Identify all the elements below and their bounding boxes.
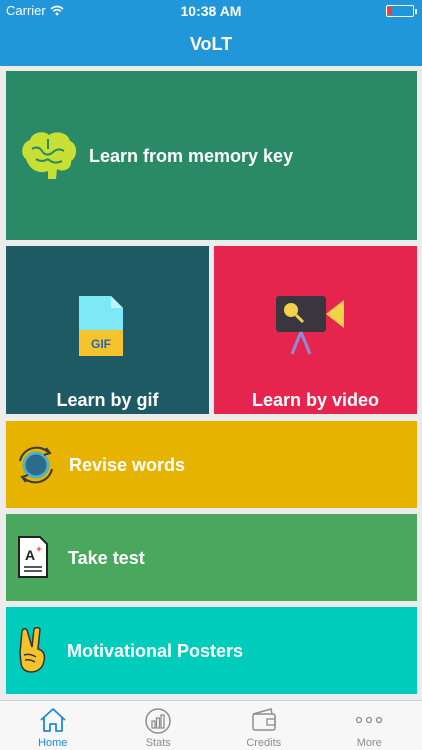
tab-credits-label: Credits	[246, 737, 282, 749]
learn-by-video-label: Learn by video	[251, 390, 380, 410]
learn-by-gif-label: Learn by gif	[56, 390, 159, 410]
tab-more[interactable]: More	[317, 701, 422, 750]
learn-by-video-tile[interactable]: Learn by video	[214, 246, 417, 414]
video-camera-icon	[276, 296, 344, 355]
take-test-tile[interactable]: A + Take test	[6, 514, 417, 601]
status-bar: Carrier 10:38 AM	[0, 0, 422, 22]
learn-memory-key-tile[interactable]: Learn from memory key	[6, 71, 417, 240]
motivational-posters-label: Motivational Posters	[67, 641, 244, 661]
tab-stats-label: Stats	[145, 737, 171, 749]
home-icon	[40, 708, 66, 732]
test-paper-icon: A +	[18, 536, 48, 578]
tab-bar: Home Stats Credits More	[0, 700, 422, 750]
more-icon	[356, 716, 383, 724]
tab-stats[interactable]: Stats	[106, 701, 212, 750]
svg-text:A: A	[25, 547, 35, 563]
tab-more-label: More	[356, 737, 382, 749]
status-time: 10:38 AM	[180, 3, 242, 19]
learn-memory-key-label: Learn from memory key	[89, 146, 294, 166]
svg-text:+: +	[36, 544, 41, 554]
battery-icon	[386, 5, 417, 17]
brain-icon	[22, 132, 77, 179]
motivational-posters-tile[interactable]: Motivational Posters	[6, 607, 417, 694]
gif-file-icon: GIF	[79, 296, 123, 356]
take-test-label: Take test	[68, 548, 145, 568]
tab-home-label: Home	[38, 737, 68, 749]
victory-hand-icon	[19, 627, 46, 673]
page-title: VoLT	[189, 34, 233, 54]
refresh-cycle-icon	[19, 446, 53, 484]
nav-bar: VoLT	[0, 22, 422, 66]
tab-credits[interactable]: Credits	[211, 701, 317, 750]
gif-badge-text: GIF	[91, 337, 111, 351]
revise-words-tile[interactable]: Revise words	[6, 421, 417, 508]
wallet-icon	[252, 708, 276, 731]
revise-words-label: Revise words	[69, 455, 186, 475]
learn-by-gif-tile[interactable]: GIF Learn by gif	[6, 246, 209, 414]
stats-icon	[145, 708, 171, 734]
tab-home[interactable]: Home	[0, 701, 106, 750]
